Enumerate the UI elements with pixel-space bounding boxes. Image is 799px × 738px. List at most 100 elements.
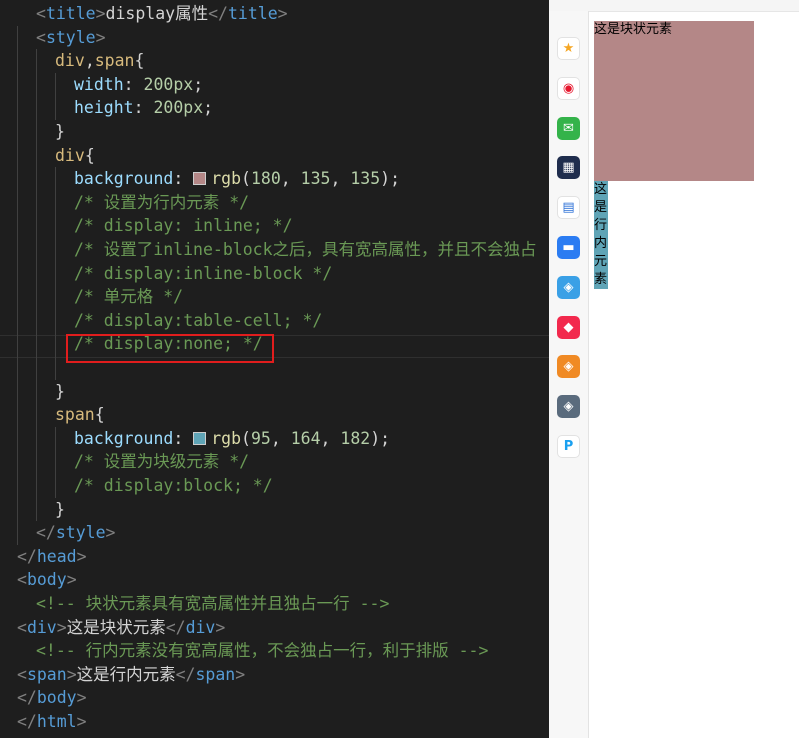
chat-bubble-icon[interactable]: ▬ [557,236,580,259]
code-token: div [55,145,85,165]
code-line: div{ [0,144,95,168]
code-token: /* display:block; */ [74,476,273,495]
code-token: 182 [340,428,371,448]
code-token: 180 [250,169,281,189]
game-app-icon-1[interactable]: ◈ [557,275,580,299]
code-line: /* 设置了inline-block之后，具有宽高属性，并且不会独占 [0,238,537,262]
code-token: 135 [300,169,331,189]
code-token: 200px [143,74,194,94]
code-token: /* display: inline; */ [74,216,293,236]
code-token: style [55,523,106,543]
weibo-icon[interactable]: ◉ [557,76,580,100]
code-token: > [95,4,106,23]
code-token: height [74,98,134,118]
code-token: > [76,546,87,566]
code-token: , [320,428,341,448]
app-p-icon[interactable]: P [557,435,580,458]
code-line: /* display:table-cell; */ [0,309,322,333]
code-line: <div>这是块状元素</div> [0,616,225,640]
code-token: 164 [290,428,321,448]
code-token: title [45,4,96,23]
code-line: height: 200px; [0,96,213,120]
code-token: ); [370,428,391,448]
code-token: </ [36,523,56,543]
code-editor[interactable]: <title>display属性</title> <style> div,span{… [0,0,549,738]
code-token: { [94,405,105,425]
code-token: { [84,145,95,165]
code-token: : [123,74,144,94]
code-token: </ [175,664,196,684]
code-line: width: 200px; [0,73,203,97]
code-token: </ [165,617,186,637]
code-line: <body> [0,568,77,592]
code-token: </ [17,546,37,566]
code-line: span{ [0,403,105,427]
code-line: } [0,498,65,522]
code-line: } [0,120,65,144]
code-line: } [0,380,65,404]
code-token: </ [17,688,37,708]
code-token: , [84,51,95,71]
code-token: > [76,688,87,708]
code-line: <!-- 块状元素具有宽高属性并且独占一行 --> [0,592,389,616]
code-line: <title>display属性</title> [0,2,288,26]
code-line: /* display:inline-block */ [0,262,332,286]
code-token: : [173,428,194,448]
code-token: /* 单元格 */ [74,287,184,307]
code-token: title [227,4,278,23]
code-token: /* 设置为块级元素 */ [74,452,250,472]
code-token: 135 [350,169,381,189]
code-token: 95 [250,428,271,448]
code-token: 这是行内元素 [76,664,176,684]
code-token: < [36,27,46,47]
code-token: < [17,664,27,684]
code-token: background [74,169,174,189]
red-annotation-box [66,334,274,363]
code-token: ; [193,74,204,94]
code-line: div,span{ [0,49,144,73]
browser-panel: ★ ◉ ✉ ▦ ▤ ▬ ◈ ◆ ◈ ◈ P 这是块状元素 这是行内元素 [549,0,799,738]
code-token: width [74,74,124,94]
inline-element-demo: 这是行内元素 [594,181,609,289]
code-token: body [26,570,67,590]
code-line: /* display:block; */ [0,474,273,498]
code-token: ); [380,169,401,189]
code-token: div [55,51,85,71]
code-line: <span>这是行内元素</span> [0,663,245,687]
code-token: <!-- 块状元素具有宽高属性并且独占一行 --> [36,594,390,613]
code-token: > [56,617,67,637]
code-token: </ [208,4,228,23]
code-token: ; [203,98,214,118]
mail-icon[interactable]: ✉ [557,116,580,140]
code-token: < [17,617,27,637]
code-token: /* display:inline-block */ [74,263,333,283]
code-token: html [36,712,77,731]
code-token: span [195,664,236,684]
code-token: /* 设置为行内元素 */ [74,192,250,212]
game-app-icon-3[interactable]: ◈ [557,395,580,419]
color-swatch-icon[interactable] [193,431,207,445]
code-token: > [66,664,77,684]
news-app-icon[interactable]: ▦ [557,156,580,180]
game-app-icon-2[interactable]: ◈ [557,355,580,379]
document-icon[interactable]: ▤ [557,196,580,220]
code-line: background: rgb(180, 135, 135); [0,167,400,191]
color-swatch-icon[interactable] [193,172,207,186]
code-token: } [55,381,65,401]
code-token: background [74,428,174,448]
code-line: <style> [0,26,106,50]
code-token: style [45,27,96,47]
favorites-star-icon[interactable]: ★ [557,37,580,60]
code-line: /* 设置为块级元素 */ [0,450,249,474]
code-token: span [94,51,135,71]
block-element-demo: 这是块状元素 [594,21,754,181]
code-token: } [55,499,65,519]
code-token: > [76,712,87,731]
code-token: 200px [153,98,204,118]
code-token: head [36,546,77,566]
code-token: ( [241,169,251,189]
mini-program-icon[interactable]: ◆ [557,315,580,339]
code-token: > [105,523,116,543]
code-line: /* 设置为行内元素 */ [0,191,249,215]
code-line: </head> [0,545,87,569]
